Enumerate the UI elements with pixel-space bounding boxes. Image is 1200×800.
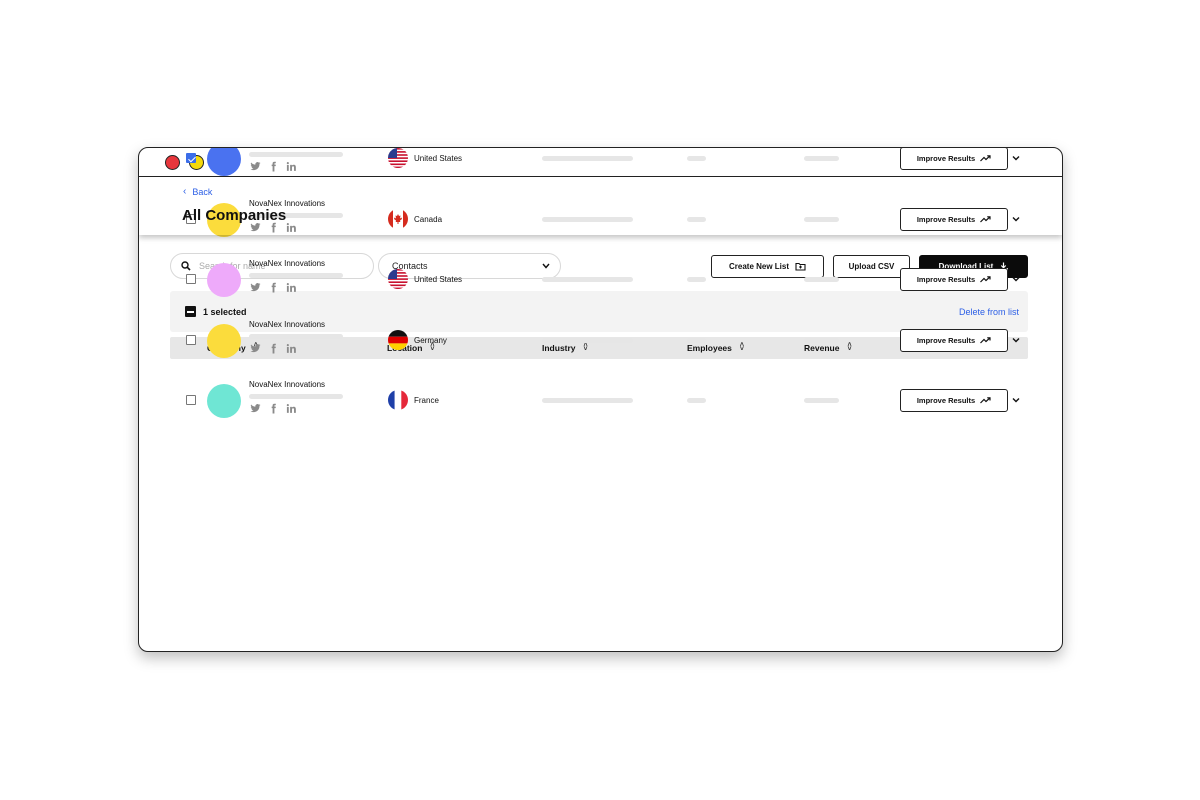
industry-placeholder xyxy=(542,338,633,343)
employees-placeholder xyxy=(687,156,706,161)
social-links xyxy=(250,343,297,354)
linkedin-icon[interactable] xyxy=(286,403,297,414)
revenue-placeholder xyxy=(804,156,839,161)
linkedin-icon[interactable] xyxy=(286,282,297,293)
improve-results-label: Improve Results xyxy=(916,154,976,163)
us-flag-icon xyxy=(388,269,408,289)
table-row[interactable]: NovaNex Innovations France Improve Results xyxy=(170,371,1028,431)
social-links xyxy=(250,403,297,414)
chevron-down-icon[interactable] xyxy=(1011,395,1021,405)
social-links xyxy=(250,282,297,293)
revenue-placeholder xyxy=(804,338,839,343)
company-detail-placeholder xyxy=(249,273,343,278)
trending-up-icon xyxy=(980,155,991,162)
chevron-down-icon[interactable] xyxy=(1011,335,1021,345)
twitter-icon[interactable] xyxy=(250,282,261,293)
employees-placeholder xyxy=(687,338,706,343)
row-checkbox[interactable] xyxy=(186,274,196,284)
social-links xyxy=(250,161,297,172)
row-checkbox[interactable] xyxy=(186,153,196,163)
company-detail-placeholder xyxy=(249,334,343,339)
app-window: ‹ Back All Companies Contacts Create New… xyxy=(138,147,1063,652)
us-flag-icon xyxy=(388,148,408,168)
trending-up-icon xyxy=(980,337,991,344)
row-checkbox[interactable] xyxy=(186,335,196,345)
table-row[interactable]: NovaNex Innovations Germany Improve Result… xyxy=(170,311,1028,371)
back-link[interactable]: ‹ Back xyxy=(183,186,212,197)
chevron-left-icon: ‹ xyxy=(183,186,187,197)
table-row[interactable]: NovaNex Innovations United States Improve … xyxy=(170,250,1028,310)
improve-results-label: Improve Results xyxy=(916,275,976,284)
company-logo xyxy=(207,263,241,297)
company-detail-placeholder xyxy=(249,394,343,399)
industry-placeholder xyxy=(542,277,633,282)
revenue-placeholder xyxy=(804,398,839,403)
page-title: All Companies xyxy=(182,207,287,224)
facebook-icon[interactable] xyxy=(268,282,279,293)
industry-placeholder xyxy=(542,156,633,161)
improve-results-button[interactable]: Improve Results xyxy=(900,268,1008,291)
trending-up-icon xyxy=(980,276,991,283)
fr-flag-icon xyxy=(388,390,408,410)
company-logo xyxy=(207,148,241,176)
linkedin-icon[interactable] xyxy=(286,343,297,354)
location-text: United States xyxy=(414,154,463,163)
chevron-down-icon[interactable] xyxy=(1011,153,1021,163)
facebook-icon[interactable] xyxy=(268,403,279,414)
employees-placeholder xyxy=(687,398,706,403)
twitter-icon[interactable] xyxy=(250,343,261,354)
location-text: France xyxy=(414,396,439,405)
row-checkbox[interactable] xyxy=(186,395,196,405)
company-name[interactable]: NovaNex Innovations xyxy=(249,380,325,389)
twitter-icon[interactable] xyxy=(250,403,261,414)
company-name[interactable]: NovaNex Innovations xyxy=(249,259,325,268)
industry-placeholder xyxy=(542,398,633,403)
page-header: ‹ Back All Companies xyxy=(139,177,1062,235)
improve-results-button[interactable]: Improve Results xyxy=(900,389,1008,412)
twitter-icon[interactable] xyxy=(250,161,261,172)
company-name[interactable]: NovaNex Innovations xyxy=(249,320,325,329)
trending-up-icon xyxy=(980,397,991,404)
company-logo xyxy=(207,324,241,358)
employees-placeholder xyxy=(687,277,706,282)
revenue-placeholder xyxy=(804,277,839,282)
improve-results-label: Improve Results xyxy=(916,336,976,345)
improve-results-label: Improve Results xyxy=(916,396,976,405)
back-label: Back xyxy=(192,186,213,197)
chevron-down-icon[interactable] xyxy=(1011,274,1021,284)
improve-results-button[interactable]: Improve Results xyxy=(900,329,1008,352)
facebook-icon[interactable] xyxy=(268,161,279,172)
de-flag-icon xyxy=(388,330,408,350)
improve-results-button[interactable]: Improve Results xyxy=(900,148,1008,170)
facebook-icon[interactable] xyxy=(268,343,279,354)
company-logo xyxy=(207,384,241,418)
linkedin-icon[interactable] xyxy=(286,161,297,172)
location-text: Germany xyxy=(414,336,447,345)
location-text: United States xyxy=(414,275,463,284)
company-detail-placeholder xyxy=(249,152,343,157)
